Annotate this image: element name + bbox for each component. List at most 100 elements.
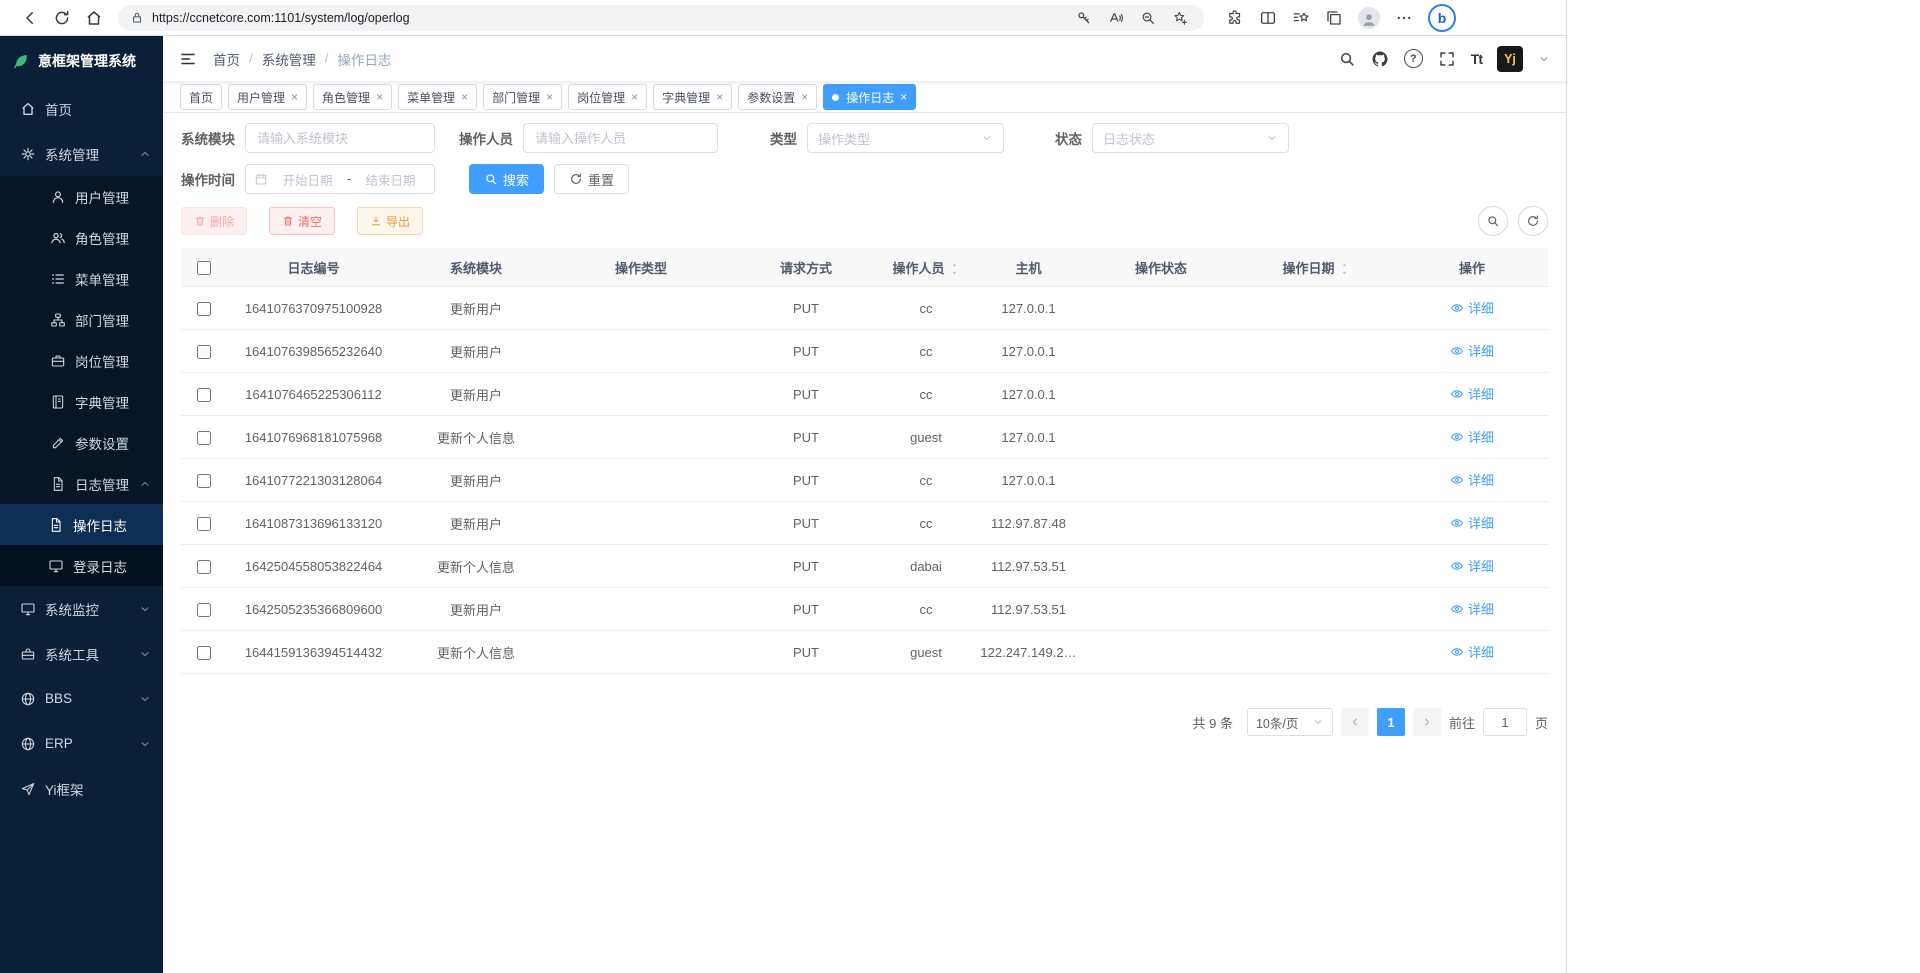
- detail-link[interactable]: 详细: [1450, 341, 1494, 360]
- tab[interactable]: 角色管理 ×: [313, 84, 392, 110]
- row-checkbox[interactable]: [197, 474, 211, 488]
- browser-menu-button[interactable]: [1395, 9, 1413, 27]
- row-checkbox[interactable]: [197, 431, 211, 445]
- module-input[interactable]: [245, 123, 435, 153]
- detail-link[interactable]: 详细: [1450, 298, 1494, 317]
- sort-operator-control[interactable]: [949, 262, 960, 276]
- extensions-button[interactable]: [1226, 9, 1244, 27]
- header-search-button[interactable]: [1338, 50, 1356, 68]
- tab[interactable]: 用户管理 ×: [228, 84, 307, 110]
- tab[interactable]: 操作日志 ×: [823, 84, 916, 110]
- row-checkbox[interactable]: [197, 388, 211, 402]
- sidebar-item[interactable]: 日志管理: [0, 463, 163, 504]
- user-avatar[interactable]: Yj: [1497, 46, 1523, 72]
- close-tab-icon[interactable]: ×: [801, 91, 808, 103]
- refresh-table-button[interactable]: [1518, 206, 1548, 236]
- sidebar-item[interactable]: 岗位管理: [0, 340, 163, 381]
- type-select[interactable]: 操作类型: [807, 123, 1004, 153]
- zoom-button[interactable]: [1136, 7, 1160, 29]
- sidebar-item[interactable]: BBS: [0, 676, 163, 721]
- sidebar-item[interactable]: ERP: [0, 721, 163, 766]
- row-checkbox[interactable]: [197, 603, 211, 617]
- close-tab-icon[interactable]: ×: [546, 91, 553, 103]
- sidebar-item[interactable]: 系统工具: [0, 631, 163, 676]
- sidebar-item[interactable]: 系统管理: [0, 131, 163, 176]
- breadcrumb-item[interactable]: 首页 /: [213, 49, 262, 69]
- detail-link[interactable]: 详细: [1450, 513, 1494, 532]
- breadcrumb-item[interactable]: 系统管理 /: [262, 49, 338, 69]
- sidebar-item[interactable]: 用户管理: [0, 176, 163, 217]
- sidebar-item[interactable]: Yi框架: [0, 766, 163, 811]
- read-aloud-button[interactable]: [1104, 7, 1128, 29]
- collapse-sidebar-button[interactable]: [179, 50, 197, 68]
- home-button[interactable]: [78, 4, 110, 32]
- reload-button[interactable]: [46, 4, 78, 32]
- delete-button[interactable]: 删除: [181, 207, 247, 235]
- font-size-button[interactable]: Tt: [1471, 51, 1482, 67]
- help-button[interactable]: ?: [1404, 49, 1423, 68]
- sidebar-item[interactable]: 参数设置: [0, 422, 163, 463]
- tab[interactable]: 参数设置 ×: [738, 84, 817, 110]
- operator-input[interactable]: [523, 123, 718, 153]
- sidebar-item[interactable]: 部门管理: [0, 299, 163, 340]
- row-checkbox[interactable]: [197, 646, 211, 660]
- detail-link[interactable]: 详细: [1450, 556, 1494, 575]
- next-page-button[interactable]: [1413, 708, 1441, 736]
- tab[interactable]: 部门管理 ×: [483, 84, 562, 110]
- profile-button[interactable]: [1358, 7, 1380, 29]
- goto-page-input[interactable]: [1483, 708, 1527, 736]
- clear-button[interactable]: 清空: [269, 207, 335, 235]
- sidebar-item[interactable]: 角色管理: [0, 217, 163, 258]
- sidebar-item[interactable]: 首页: [0, 86, 163, 131]
- prev-page-button[interactable]: [1341, 708, 1369, 736]
- cell-status: [1086, 330, 1236, 373]
- sort-date-control[interactable]: [1339, 262, 1350, 276]
- detail-link[interactable]: 详细: [1450, 642, 1494, 661]
- address-bar[interactable]: https://ccnetcore.com:1101/system/log/op…: [118, 5, 1204, 31]
- search-button[interactable]: 搜索: [469, 164, 544, 194]
- row-checkbox[interactable]: [197, 560, 211, 574]
- close-tab-icon[interactable]: ×: [900, 91, 907, 103]
- favorite-button[interactable]: [1168, 7, 1192, 29]
- date-range-picker[interactable]: 开始日期 - 结束日期: [245, 164, 435, 194]
- copilot-button[interactable]: b: [1428, 4, 1456, 32]
- close-tab-icon[interactable]: ×: [291, 91, 298, 103]
- detail-link[interactable]: 详细: [1450, 384, 1494, 403]
- close-tab-icon[interactable]: ×: [716, 91, 723, 103]
- page-size-select[interactable]: 10条/页: [1247, 708, 1333, 736]
- close-tab-icon[interactable]: ×: [461, 91, 468, 103]
- sidebar-item[interactable]: 登录日志: [0, 545, 163, 586]
- tab[interactable]: 字典管理 ×: [653, 84, 732, 110]
- split-screen-button[interactable]: [1259, 9, 1277, 27]
- status-select[interactable]: 日志状态: [1092, 123, 1289, 153]
- back-button[interactable]: [14, 4, 46, 32]
- tab[interactable]: 岗位管理 ×: [568, 84, 647, 110]
- detail-link[interactable]: 详细: [1450, 427, 1494, 446]
- sidebar-item[interactable]: 菜单管理: [0, 258, 163, 299]
- export-button[interactable]: 导出: [357, 207, 423, 235]
- sidebar-item[interactable]: 系统监控: [0, 586, 163, 631]
- fullscreen-button[interactable]: [1438, 50, 1456, 68]
- password-key-button[interactable]: [1072, 7, 1096, 29]
- breadcrumb-item[interactable]: 操作日志 /: [338, 49, 392, 69]
- tab[interactable]: 首页 ×: [180, 84, 222, 110]
- close-tab-icon[interactable]: ×: [376, 91, 383, 103]
- github-button[interactable]: [1371, 50, 1389, 68]
- row-checkbox[interactable]: [197, 302, 211, 316]
- current-page-button[interactable]: 1: [1377, 708, 1405, 736]
- close-tab-icon[interactable]: ×: [631, 91, 638, 103]
- row-checkbox[interactable]: [197, 345, 211, 359]
- menu-item-icon: [20, 101, 36, 117]
- row-checkbox[interactable]: [197, 517, 211, 531]
- collections-button[interactable]: [1325, 9, 1343, 27]
- sidebar-item[interactable]: 操作日志: [0, 504, 163, 545]
- cell-op-type: [551, 330, 731, 373]
- detail-link[interactable]: 详细: [1450, 599, 1494, 618]
- detail-link[interactable]: 详细: [1450, 470, 1494, 489]
- sidebar-item[interactable]: 字典管理: [0, 381, 163, 422]
- toggle-search-button[interactable]: [1478, 206, 1508, 236]
- tab[interactable]: 菜单管理 ×: [398, 84, 477, 110]
- favorites-bar-button[interactable]: [1292, 9, 1310, 27]
- reset-button[interactable]: 重置: [554, 164, 629, 194]
- select-all-checkbox[interactable]: [197, 261, 211, 275]
